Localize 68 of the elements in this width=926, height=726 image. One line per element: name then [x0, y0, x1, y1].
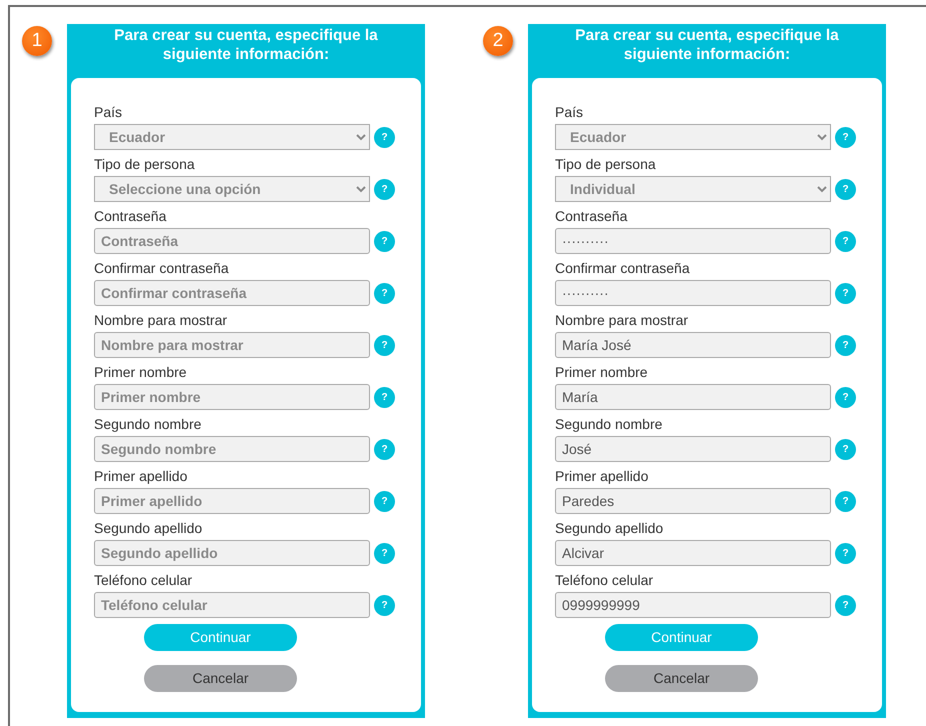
field-label: País [94, 104, 122, 121]
field-label: Primer apellido [555, 468, 648, 485]
input-field[interactable]: Nombre para mostrar [94, 332, 370, 358]
field-label: Primer nombre [94, 364, 187, 381]
cancel-button[interactable]: Cancelar [144, 665, 297, 692]
field-label: Tipo de persona [555, 156, 656, 173]
continue-button[interactable]: Continuar [144, 624, 297, 651]
help-button[interactable]: ? [374, 230, 395, 252]
help-button[interactable]: ? [374, 594, 395, 616]
help-button[interactable]: ? [374, 178, 395, 200]
field-label: Nombre para mostrar [555, 312, 688, 329]
help-button[interactable]: ? [835, 438, 856, 460]
input-field[interactable]: Contraseña [94, 228, 370, 254]
form-title: Para crear su cuenta, especifique la siguiente información: [113, 26, 379, 65]
input-field[interactable]: María José [555, 332, 831, 358]
input-field[interactable]: ·········· [555, 280, 831, 306]
help-button[interactable]: ? [835, 334, 856, 356]
help-button[interactable]: ? [374, 282, 395, 304]
input-field[interactable]: Confirmar contraseña [94, 280, 370, 306]
input-field[interactable]: Alcivar [555, 540, 831, 566]
field-label: Confirmar contraseña [94, 260, 229, 277]
input-field[interactable]: Teléfono celular [94, 592, 370, 618]
help-button[interactable]: ? [374, 386, 395, 408]
help-button[interactable]: ? [374, 438, 395, 460]
field-label: Segundo apellido [555, 520, 664, 537]
help-button[interactable]: ? [835, 230, 856, 252]
help-button[interactable]: ? [835, 490, 856, 512]
input-field[interactable]: Primer nombre [94, 384, 370, 410]
field-label: Segundo apellido [94, 520, 202, 537]
help-button[interactable]: ? [835, 282, 856, 304]
form-title: Para crear su cuenta, especifique la siguiente información: [574, 26, 840, 65]
input-field[interactable]: José [555, 436, 831, 462]
help-button[interactable]: ? [374, 334, 395, 356]
field-label: Segundo nombre [555, 416, 662, 433]
input-field[interactable]: Segundo nombre [94, 436, 370, 462]
field-label: Contraseña [94, 208, 166, 225]
select-field[interactable]: Ecuador [94, 124, 370, 150]
help-button[interactable]: ? [835, 386, 856, 408]
field-label: Primer apellido [94, 468, 188, 485]
field-label: Tipo de persona [94, 156, 195, 173]
help-button[interactable]: ? [835, 542, 856, 564]
field-label: Teléfono celular [94, 572, 192, 589]
cancel-button[interactable]: Cancelar [605, 665, 758, 692]
select-field[interactable]: Individual [555, 176, 831, 202]
field-label: Confirmar contraseña [555, 260, 690, 277]
help-button[interactable]: ? [374, 490, 395, 512]
help-button[interactable]: ? [374, 542, 395, 564]
input-field[interactable]: Primer apellido [94, 488, 370, 514]
step-number-badge: 1 [22, 26, 52, 56]
input-field[interactable]: María [555, 384, 831, 410]
select-field[interactable]: Ecuador [555, 124, 831, 150]
help-button[interactable]: ? [835, 178, 856, 200]
input-field[interactable]: Segundo apellido [94, 540, 370, 566]
help-button[interactable]: ? [835, 594, 856, 616]
field-label: Nombre para mostrar [94, 312, 228, 329]
input-field[interactable]: 0999999999 [555, 592, 831, 618]
select-field[interactable]: Seleccione una opción [94, 176, 370, 202]
field-label: Primer nombre [555, 364, 648, 381]
input-field[interactable]: Paredes [555, 488, 831, 514]
field-label: País [555, 104, 584, 121]
field-label: Teléfono celular [555, 572, 654, 589]
help-button[interactable]: ? [835, 126, 856, 148]
field-label: Segundo nombre [94, 416, 202, 433]
continue-button[interactable]: Continuar [605, 624, 758, 651]
input-field[interactable]: ·········· [555, 228, 831, 254]
help-button[interactable]: ? [374, 126, 395, 148]
step-number-badge: 2 [483, 26, 513, 56]
field-label: Contraseña [555, 208, 628, 225]
